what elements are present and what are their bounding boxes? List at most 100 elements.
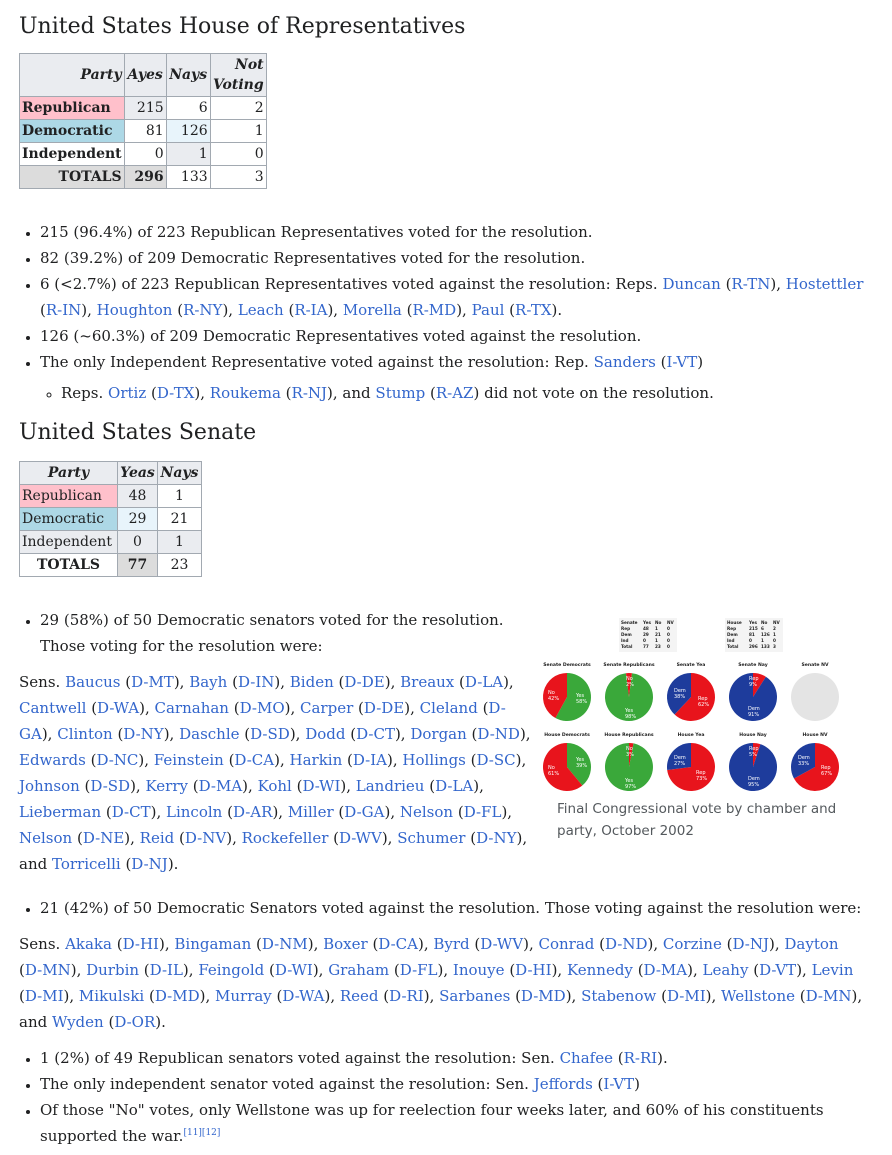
link-d-mo[interactable]: D-MO xyxy=(240,699,285,717)
link-d-mt[interactable]: D-MT xyxy=(131,673,174,691)
link-wyden[interactable]: Wyden xyxy=(52,1013,104,1031)
link-rockefeller[interactable]: Rockefeller xyxy=(242,829,329,847)
link-d-de[interactable]: D-DE xyxy=(364,699,404,717)
link-r-tn[interactable]: R-TN xyxy=(731,275,770,293)
link-d-mn[interactable]: D-MN xyxy=(25,961,71,979)
link-leahy[interactable]: Leahy xyxy=(703,961,749,979)
link-i-vt[interactable]: I-VT xyxy=(603,1075,634,1093)
link-d-sd[interactable]: D-SD xyxy=(90,777,130,795)
link-nelson-fl[interactable]: Nelson xyxy=(400,803,453,821)
link-d-wv[interactable]: D-WV xyxy=(480,935,523,953)
link-kennedy[interactable]: Kennedy xyxy=(567,961,633,979)
link-d-sc[interactable]: D-SC xyxy=(477,751,516,769)
link-d-sd[interactable]: D-SD xyxy=(250,725,290,743)
link-bayh[interactable]: Bayh xyxy=(189,673,227,691)
link-r-md[interactable]: R-MD xyxy=(412,301,456,319)
link-stabenow[interactable]: Stabenow xyxy=(581,987,656,1005)
link-lieberman[interactable]: Lieberman xyxy=(19,803,101,821)
link-bingaman[interactable]: Bingaman xyxy=(174,935,251,953)
link-r-ri[interactable]: R-RI xyxy=(624,1049,658,1067)
link-inouye[interactable]: Inouye xyxy=(453,961,505,979)
link-d-md[interactable]: D-MD xyxy=(521,987,566,1005)
link-chafee[interactable]: Chafee xyxy=(560,1049,613,1067)
link-d-nd[interactable]: D-ND xyxy=(477,725,520,743)
link-d-wa[interactable]: D-WA xyxy=(282,987,324,1005)
link-morella[interactable]: Morella xyxy=(343,301,402,319)
link-d-in[interactable]: D-IN xyxy=(238,673,274,691)
link-d-ia[interactable]: D-IA xyxy=(353,751,387,769)
link-kohl[interactable]: Kohl xyxy=(258,777,292,795)
link-d-ny[interactable]: D-NY xyxy=(123,725,163,743)
link-d-fl[interactable]: D-FL xyxy=(464,803,502,821)
link-feinstein[interactable]: Feinstein xyxy=(154,751,224,769)
link-biden[interactable]: Biden xyxy=(290,673,334,691)
link-paul[interactable]: Paul xyxy=(472,301,505,319)
link-d-ma[interactable]: D-MA xyxy=(199,777,243,795)
link-clinton[interactable]: Clinton xyxy=(57,725,112,743)
link-carnahan[interactable]: Carnahan xyxy=(155,699,229,717)
link-d-la[interactable]: D-LA xyxy=(465,673,503,691)
link-r-tx[interactable]: R-TX xyxy=(515,301,552,319)
pie-chart-grid[interactable]: Senate Yes No NVRep 48 1 0Dem 29 21 0Ind 0 1 0Total 7… xyxy=(537,612,857,794)
link-d-wv[interactable]: D-WV xyxy=(339,829,382,847)
link-d-de[interactable]: D-DE xyxy=(344,673,384,691)
link-d-ga[interactable]: D-GA xyxy=(344,803,384,821)
link-miller[interactable]: Miller xyxy=(288,803,334,821)
link-d-wi[interactable]: D-WI xyxy=(302,777,340,795)
link-d-mn[interactable]: D-MN xyxy=(806,987,852,1005)
link-d-nj[interactable]: D-NJ xyxy=(131,855,168,873)
link-d-or[interactable]: D-OR xyxy=(114,1013,155,1031)
link-byrd[interactable]: Byrd xyxy=(433,935,469,953)
link-cantwell[interactable]: Cantwell xyxy=(19,699,86,717)
link-d-hi[interactable]: D-HI xyxy=(123,935,159,953)
link-r-ny[interactable]: R-NY xyxy=(183,301,222,319)
link-carper[interactable]: Carper xyxy=(300,699,353,717)
link-sanders[interactable]: Sanders xyxy=(594,353,656,371)
link-d-md[interactable]: D-MD xyxy=(155,987,200,1005)
link-dodd[interactable]: Dodd xyxy=(305,725,345,743)
link-reid[interactable]: Reid xyxy=(140,829,175,847)
link-r-az[interactable]: R-AZ xyxy=(436,384,474,402)
link-akaka[interactable]: Akaka xyxy=(65,935,112,953)
link-d-ne[interactable]: D-NE xyxy=(83,829,124,847)
link-d-hi[interactable]: D-HI xyxy=(515,961,551,979)
link-baucus[interactable]: Baucus xyxy=(65,673,120,691)
link-d-tx[interactable]: D-TX xyxy=(157,384,195,402)
link-i-vt[interactable]: I-VT xyxy=(666,353,697,371)
link-hollings[interactable]: Hollings xyxy=(402,751,465,769)
link-reed[interactable]: Reed xyxy=(340,987,379,1005)
link-conrad[interactable]: Conrad xyxy=(538,935,594,953)
link-kerry[interactable]: Kerry xyxy=(145,777,188,795)
link-ortiz[interactable]: Ortiz xyxy=(108,384,146,402)
link-breaux[interactable]: Breaux xyxy=(400,673,454,691)
link-d-ca[interactable]: D-CA xyxy=(378,935,418,953)
link-d-nj[interactable]: D-NJ xyxy=(732,935,769,953)
link-feingold[interactable]: Feingold xyxy=(198,961,264,979)
link-stump[interactable]: Stump xyxy=(375,384,425,402)
link-d-mi[interactable]: D-MI xyxy=(667,987,706,1005)
link-d-mi[interactable]: D-MI xyxy=(25,987,64,1005)
link-boxer[interactable]: Boxer xyxy=(323,935,368,953)
link-d-fl[interactable]: D-FL xyxy=(400,961,438,979)
link-daschle[interactable]: Daschle xyxy=(179,725,239,743)
link-levin[interactable]: Levin xyxy=(812,961,854,979)
link-dayton[interactable]: Dayton xyxy=(784,935,838,953)
link-roukema[interactable]: Roukema xyxy=(210,384,281,402)
link-dorgan[interactable]: Dorgan xyxy=(410,725,466,743)
link-d-nm[interactable]: D-NM xyxy=(262,935,308,953)
link-d-vt[interactable]: D-VT xyxy=(759,961,796,979)
link-d-wa[interactable]: D-WA xyxy=(97,699,139,717)
link-d-il[interactable]: D-IL xyxy=(150,961,183,979)
link-r-in[interactable]: R-IN xyxy=(46,301,81,319)
link-d-ri[interactable]: D-RI xyxy=(389,987,424,1005)
link-wellstone[interactable]: Wellstone xyxy=(721,987,795,1005)
link-schumer[interactable]: Schumer xyxy=(397,829,465,847)
link-jeffords[interactable]: Jeffords xyxy=(534,1075,593,1093)
link-torricelli[interactable]: Torricelli xyxy=(52,855,121,873)
link-d-ar[interactable]: D-AR xyxy=(233,803,273,821)
link-d-ny[interactable]: D-NY xyxy=(476,829,516,847)
link-d-nd[interactable]: D-ND xyxy=(605,935,648,953)
link-murray[interactable]: Murray xyxy=(215,987,272,1005)
link-corzine[interactable]: Corzine xyxy=(663,935,722,953)
link-nelson-ne[interactable]: Nelson xyxy=(19,829,72,847)
